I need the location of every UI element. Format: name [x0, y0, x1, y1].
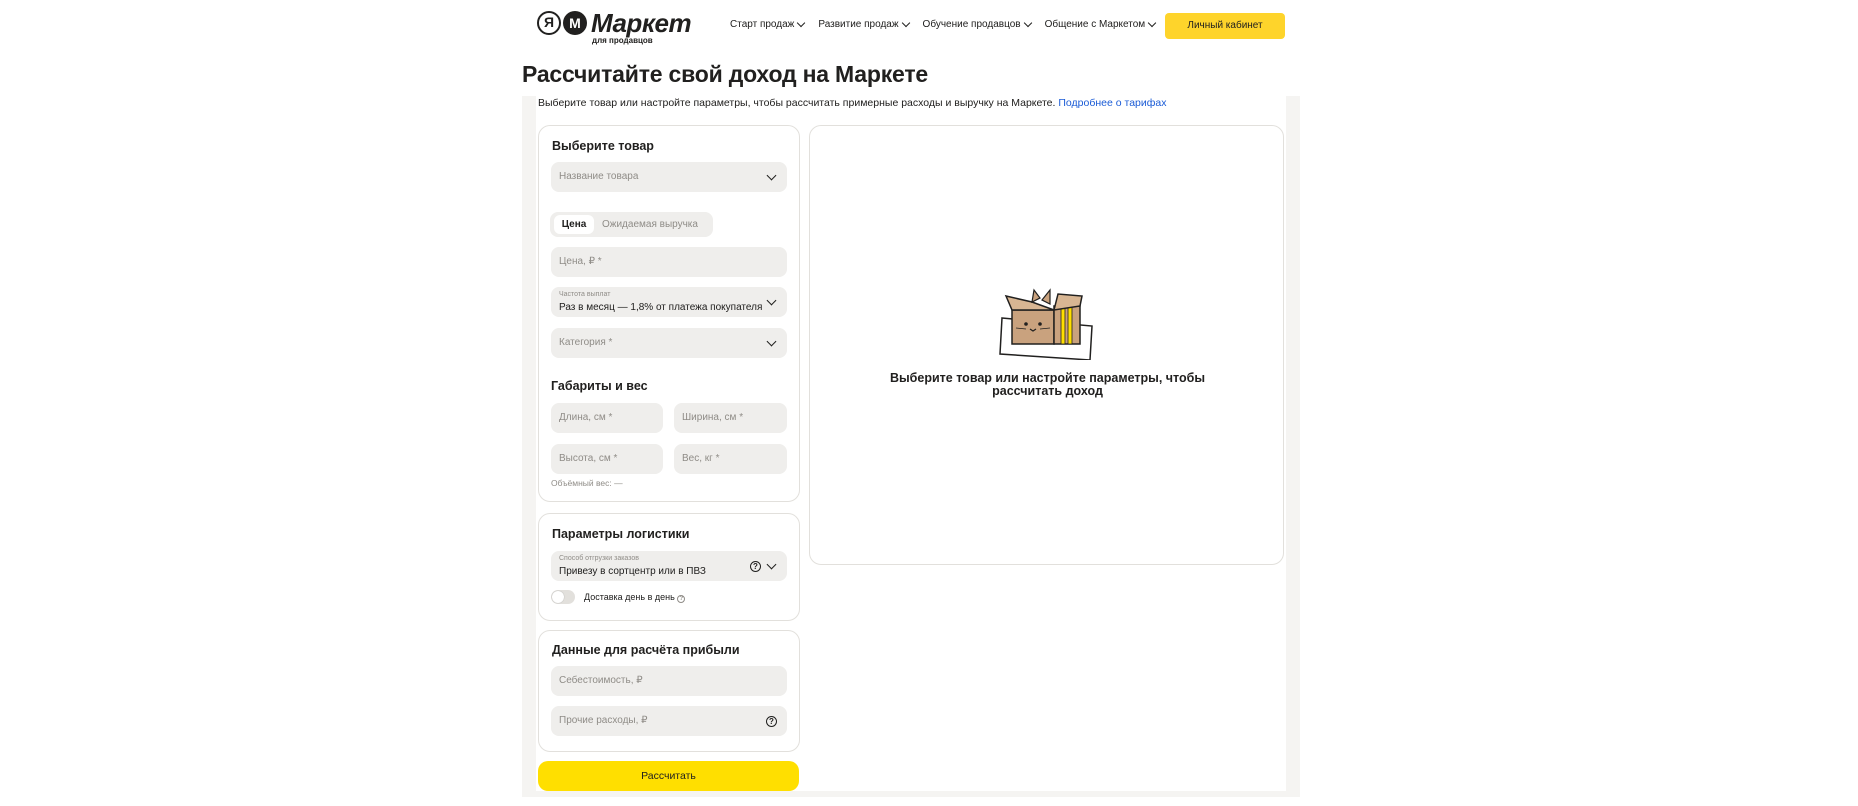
profit-card-title: Данные для расчёта прибыли	[552, 643, 740, 657]
chevron-down-icon	[766, 336, 777, 347]
length-placeholder: Длина, см *	[559, 412, 613, 423]
shipping-method-label: Способ отгрузки заказов	[559, 555, 639, 562]
top-nav: Старт продаж Развитие продаж Обучение пр…	[730, 18, 1169, 30]
category-placeholder: Категория *	[559, 337, 613, 348]
height-input[interactable]: Высота, см *	[551, 444, 663, 474]
nav-item-contact-market[interactable]: Общение с Маркетом	[1044, 18, 1157, 30]
height-placeholder: Высота, см *	[559, 453, 618, 464]
result-hint: Выберите товар или настройте параметры, …	[810, 372, 1285, 398]
nav-item-start-sales[interactable]: Старт продаж	[730, 18, 806, 30]
length-input[interactable]: Длина, см *	[551, 403, 663, 433]
payout-frequency-select[interactable]: Частота выплат Раз в месяц — 1,8% от пла…	[551, 287, 787, 317]
subtitle-text: Выберите товар или настройте параметры, …	[538, 97, 1056, 109]
payout-frequency-value: Раз в месяц — 1,8% от платежа покупателя	[559, 302, 763, 313]
price-placeholder: Цена, ₽ *	[559, 256, 602, 267]
volume-weight-text: Объёмный вес: —	[551, 478, 623, 488]
tab-price[interactable]: Цена	[554, 215, 594, 234]
question-icon[interactable]: ?	[677, 595, 686, 603]
shipping-method-select[interactable]: Способ отгрузки заказов Привезу в сортце…	[551, 551, 787, 581]
product-name-select[interactable]: Название товара	[551, 162, 787, 192]
cat-in-box-illustration	[999, 288, 1093, 360]
width-placeholder: Ширина, см *	[682, 412, 744, 423]
dimensions-title: Габариты и вес	[551, 379, 648, 393]
price-input[interactable]: Цена, ₽ *	[551, 247, 787, 277]
chevron-down-icon	[797, 18, 806, 28]
other-expenses-placeholder: Прочие расходы, ₽	[559, 715, 648, 726]
nav-label: Общение с Маркетом	[1044, 19, 1146, 30]
page-subtitle: Выберите товар или настройте параметры, …	[538, 97, 1166, 109]
width-input[interactable]: Ширина, см *	[674, 403, 787, 433]
payout-frequency-label: Частота выплат	[559, 291, 611, 298]
tab-expected-revenue[interactable]: Ожидаемая выручка	[602, 215, 698, 234]
page-title: Рассчитайте свой доход на Маркете	[522, 61, 928, 87]
yandex-logo-icon: Я	[537, 11, 561, 35]
question-icon[interactable]: ?	[750, 561, 761, 572]
site-header: Я M Маркет для продавцов Старт продаж Ра…	[535, 6, 1285, 46]
chevron-down-icon	[1023, 18, 1032, 28]
cost-price-input[interactable]: Себестоимость, ₽	[551, 666, 787, 696]
category-select[interactable]: Категория *	[551, 328, 787, 358]
result-hint-line2: рассчитать доход	[992, 384, 1103, 398]
nav-item-sales-growth[interactable]: Развитие продаж	[818, 18, 910, 30]
product-name-placeholder: Название товара	[559, 171, 639, 182]
weight-placeholder: Вес, кг *	[682, 453, 720, 464]
weight-input[interactable]: Вес, кг *	[674, 444, 787, 474]
question-icon[interactable]: ?	[766, 716, 777, 727]
product-card-title: Выберите товар	[552, 139, 654, 153]
nav-item-seller-training[interactable]: Обучение продавцов	[922, 18, 1032, 30]
calculate-button[interactable]: Рассчитать	[538, 761, 799, 791]
result-panel: Выберите товар или настройте параметры, …	[809, 125, 1284, 565]
chevron-down-icon	[1147, 18, 1157, 28]
chevron-down-icon	[766, 559, 777, 570]
logo-title: Маркет	[591, 8, 692, 38]
nav-label: Обучение продавцов	[922, 19, 1021, 30]
chevron-down-icon	[766, 295, 777, 306]
personal-account-button[interactable]: Личный кабинет	[1165, 13, 1285, 39]
market-logo[interactable]: Я M Маркет для продавцов	[537, 8, 697, 46]
logistics-card-title: Параметры логистики	[552, 527, 690, 541]
tariffs-link[interactable]: Подробнее о тарифах	[1058, 97, 1166, 109]
shipping-method-value: Привезу в сортцентр или в ПВЗ	[559, 566, 706, 577]
nav-label: Развитие продаж	[818, 19, 899, 30]
same-day-delivery-label: Доставка день в день ?	[584, 592, 686, 603]
market-logo-icon: M	[563, 11, 587, 35]
other-expenses-input[interactable]: Прочие расходы, ₽ ?	[551, 706, 787, 736]
chevron-down-icon	[901, 18, 910, 28]
same-day-label-text: Доставка день в день	[584, 592, 675, 602]
logo-subtitle: для продавцов	[592, 36, 653, 45]
price-mode-switch: Цена Ожидаемая выручка	[550, 212, 713, 237]
toggle-knob	[552, 591, 564, 603]
chevron-down-icon	[766, 170, 777, 181]
nav-label: Старт продаж	[730, 19, 795, 30]
cost-price-placeholder: Себестоимость, ₽	[559, 675, 643, 686]
same-day-delivery-toggle[interactable]	[551, 590, 575, 604]
